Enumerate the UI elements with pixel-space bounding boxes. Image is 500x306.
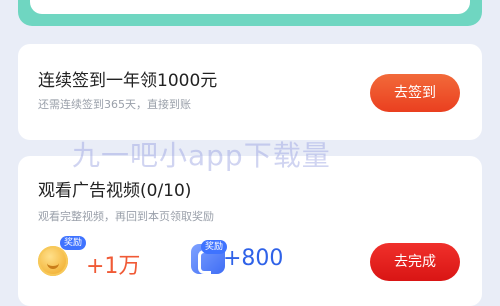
watch-video-title: 观看广告视频(0/10) [38, 181, 192, 201]
coin-icon [38, 246, 68, 276]
coin-reward-amount: +1万 [86, 254, 141, 279]
streak-signin-card: 连续签到一年领1000元 还需连续签到365天，直接到账 去签到 [18, 44, 482, 140]
go-signin-button[interactable]: 去签到 [370, 74, 460, 112]
card-reward-amount: +800 [223, 246, 284, 271]
coin-reward: 奖励 +1万 [38, 236, 178, 279]
watch-video-card: 观看广告视频(0/10) 观看完整视频，再回到本页领取奖励 奖励 +1万 奖励 … [18, 156, 482, 306]
streak-signin-title: 连续签到一年领1000元 [38, 71, 218, 91]
card-reward: 奖励 +800 [173, 238, 313, 278]
watch-video-subtitle: 观看完整视频，再回到本页领取奖励 [38, 210, 214, 223]
watermark-text: 九一吧小app下载量 [72, 139, 331, 172]
streak-signin-subtitle: 还需连续签到365天，直接到账 [38, 98, 191, 111]
coin-reward-tag: 奖励 [60, 236, 87, 250]
go-complete-button[interactable]: 去完成 [370, 243, 460, 281]
top-card-body [30, 0, 470, 14]
